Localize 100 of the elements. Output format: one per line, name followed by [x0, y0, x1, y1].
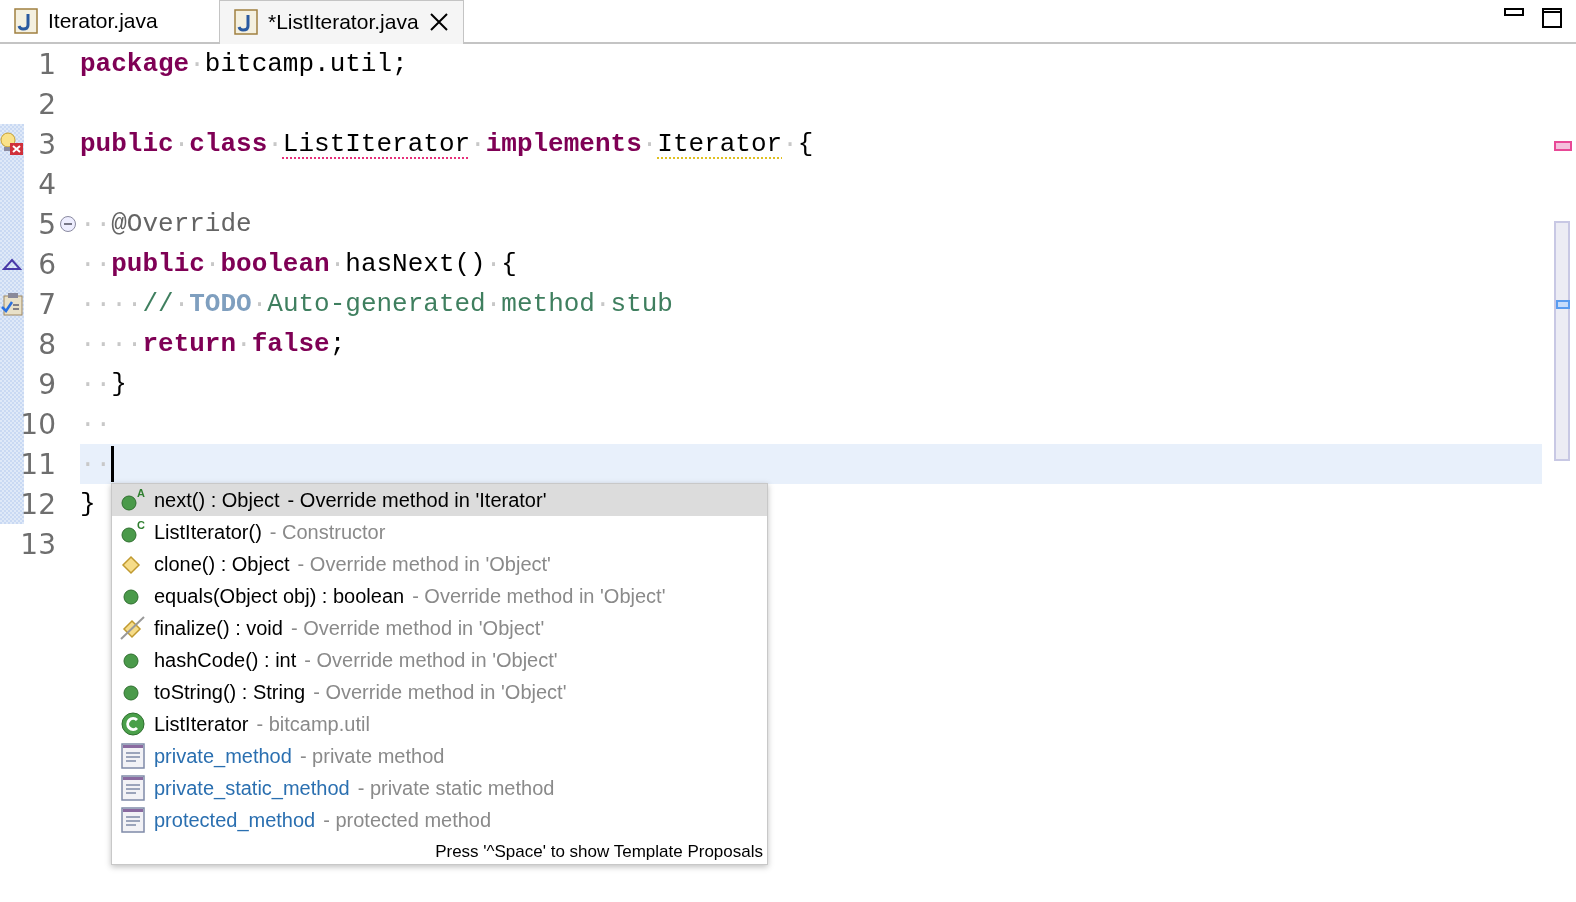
code-token: class — [189, 129, 268, 159]
code-token: public — [80, 129, 174, 159]
java-file-icon — [234, 8, 258, 35]
completion-item[interactable]: clone() : Object - Override method in 'Object' — [112, 548, 767, 580]
proposal-detail: - Override method in 'Object' — [297, 552, 551, 576]
completion-item[interactable]: hashCode() : int - Override method in 'Object' — [112, 644, 767, 676]
whitespace-dots: · — [173, 129, 190, 159]
code-token: package — [80, 49, 190, 79]
completion-item[interactable]: private_static_method - private static method — [112, 772, 767, 804]
whitespace-dots: ···· — [80, 329, 143, 359]
code-token: public — [111, 249, 205, 279]
line-number: 10 — [24, 406, 56, 443]
code-token: TODO — [189, 289, 252, 319]
whitespace-dots: · — [251, 289, 268, 319]
proposal-name: private_method — [154, 744, 292, 768]
code-token: return — [142, 329, 237, 359]
whitespace-dots: · — [470, 129, 486, 159]
collapse-icon[interactable] — [59, 215, 77, 233]
whitespace-dots: · — [189, 49, 205, 79]
proposal-detail: - Override method in 'Object' — [412, 584, 666, 608]
completion-item[interactable]: C ListIterator() - Constructor — [112, 516, 767, 548]
close-icon[interactable] — [428, 11, 449, 32]
occurrence-marker[interactable] — [1556, 300, 1570, 309]
whitespace-dots: · — [173, 289, 190, 319]
proposal-name: ListIterator() — [154, 520, 262, 544]
line-number: 7 — [37, 286, 56, 323]
whitespace-dots: · — [641, 129, 658, 159]
template-icon — [120, 742, 146, 770]
whitespace-dots: ·· — [80, 209, 112, 239]
line-number: 4 — [37, 166, 56, 203]
proposal-name: next() : Object — [154, 488, 280, 512]
whitespace-dots: · — [485, 289, 502, 319]
line-number: 11 — [24, 446, 56, 483]
code-token: ListIterator — [282, 129, 471, 159]
proposal-name: protected_method — [154, 808, 316, 832]
code-token: boolean — [220, 249, 330, 279]
code-token: bitcamp.util; — [204, 49, 408, 79]
whitespace-dots: ···· — [80, 289, 143, 319]
proposal-detail: - Override method in 'Object' — [290, 616, 545, 640]
java-file-icon — [14, 8, 38, 34]
code-token: Auto-generated — [267, 289, 486, 319]
completion-item[interactable]: equals(Object obj) : boolean - Override method in 'Object' — [112, 580, 767, 612]
whitespace-dots: · — [204, 249, 221, 279]
whitespace-dots: ·· — [80, 369, 112, 399]
proposal-name: toString() : String — [154, 680, 306, 704]
completion-item[interactable]: finalize() : void - Override method in 'Object' — [112, 612, 767, 644]
code-token: } — [80, 489, 96, 519]
template-icon — [120, 774, 146, 802]
whitespace-dots: · — [485, 249, 502, 279]
proposal-name: finalize() : void — [154, 616, 283, 640]
line-number: 6 — [37, 246, 56, 283]
proposal-name: hashCode() : int — [154, 648, 297, 672]
text-cursor — [111, 446, 115, 482]
proposal-name: clone() : Object — [154, 552, 290, 576]
completion-item[interactable]: A next() : Object - Override method in 'Iterator' — [112, 484, 767, 516]
whitespace-dots: · — [594, 289, 611, 319]
code-token: ; — [329, 329, 346, 359]
maximize-icon[interactable] — [1542, 8, 1562, 28]
line-number: 2 — [37, 86, 56, 123]
proposal-name: private_static_method — [154, 776, 350, 800]
template-icon — [120, 806, 146, 834]
completion-item[interactable]: toString() : String - Override method in 'Object' — [112, 676, 767, 708]
scrollbar[interactable] — [1554, 221, 1570, 461]
code-token: { — [501, 249, 517, 279]
proposal-detail: - protected method — [323, 808, 492, 832]
whitespace-dots: · — [267, 129, 283, 159]
proposal-detail: - private static method — [357, 776, 555, 800]
completion-item[interactable]: private_method - private method — [112, 740, 767, 772]
deprecated-diamond-icon — [120, 615, 146, 641]
proposal-detail: - Override method in 'Iterator' — [287, 488, 547, 512]
class-icon — [120, 711, 146, 737]
code-token: @Override — [111, 209, 252, 239]
proposal-detail: - Override method in 'Object' — [304, 648, 558, 672]
proposal-detail: - Constructor — [269, 520, 386, 544]
proposal-detail: - private method — [299, 744, 445, 768]
completion-item[interactable]: protected_method - protected method — [112, 804, 767, 836]
proposal-name: equals(Object obj) : boolean — [154, 584, 405, 608]
whitespace-dots: ·· — [80, 249, 112, 279]
line-number: 1 — [37, 46, 56, 83]
proposal-detail: - bitcamp.util — [256, 712, 370, 736]
line-number: 12 — [24, 486, 56, 523]
code-token: } — [111, 369, 127, 399]
task-icon — [0, 291, 24, 317]
line-number: 3 — [37, 126, 56, 163]
whitespace-dots: · — [782, 129, 798, 159]
code-token: Iterator — [657, 129, 783, 159]
completion-item[interactable]: ListIterator - bitcamp.util — [112, 708, 767, 740]
code-token: false — [251, 329, 330, 359]
code-token: method — [501, 289, 595, 319]
line-number: 13 — [24, 526, 56, 563]
code-token: // — [142, 289, 174, 319]
line-number: 8 — [37, 326, 56, 363]
whitespace-dots: · — [236, 329, 252, 359]
error-marker[interactable] — [1554, 141, 1572, 151]
proposal-name: ListIterator — [154, 712, 249, 736]
whitespace-dots: · — [329, 249, 346, 279]
editor-tab[interactable]: *ListIterator.java — [219, 0, 464, 44]
minimize-icon[interactable] — [1504, 8, 1524, 17]
override-triangle-icon — [2, 257, 22, 271]
proposal-detail: - Override method in 'Object' — [313, 680, 567, 704]
